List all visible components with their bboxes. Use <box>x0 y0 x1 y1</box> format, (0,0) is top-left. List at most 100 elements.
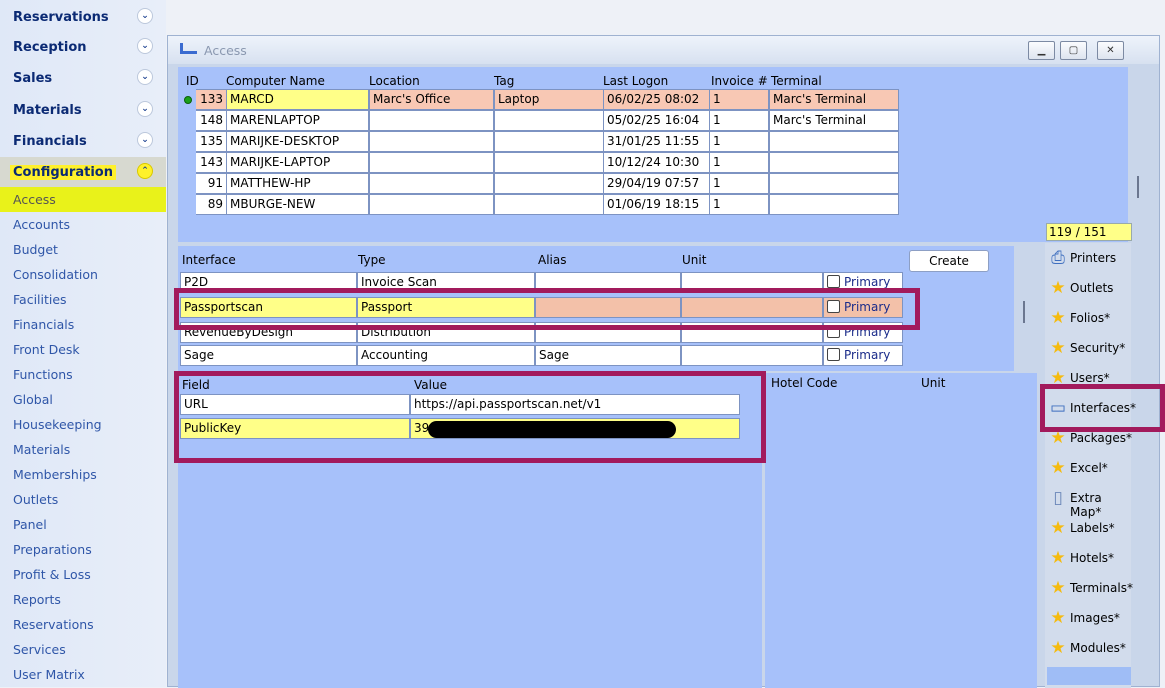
section-reception[interactable]: Reception ⌄ <box>0 32 166 63</box>
sidebar-item-panel[interactable]: Panel <box>0 512 166 537</box>
table-cell[interactable] <box>494 110 604 131</box>
menu-item-outlets[interactable]: ★ Outlets <box>1045 273 1131 303</box>
table-cell[interactable]: MARIJKE-DESKTOP <box>226 131 369 152</box>
sidebar-item-reports[interactable]: Reports <box>0 587 166 612</box>
table-cell[interactable]: 91 <box>196 173 226 194</box>
table-cell[interactable]: 89 <box>196 194 226 215</box>
table-cell[interactable]: Marc's Office <box>369 89 494 110</box>
table-cell[interactable]: 1 <box>709 194 769 215</box>
sidebar-item-memberships[interactable]: Memberships <box>0 462 166 487</box>
sidebar-item-accounts[interactable]: Accounts <box>0 212 166 237</box>
sidebar-item-global[interactable]: Global <box>0 387 166 412</box>
table-cell[interactable]: MARENLAPTOP <box>226 110 369 131</box>
sidebar-item-front-desk[interactable]: Front Desk <box>0 337 166 362</box>
sidebar-item-facilities[interactable]: Facilities <box>0 287 166 312</box>
table-cell[interactable] <box>681 345 823 366</box>
table-cell[interactable]: 05/02/25 16:04 <box>603 110 711 131</box>
table-cell[interactable]: 06/02/25 08:02 <box>603 89 711 110</box>
sidebar-item-profit-loss[interactable]: Profit & Loss <box>0 562 166 587</box>
table-cell[interactable]: Marc's Terminal <box>769 89 899 110</box>
sidebar-item-outlets[interactable]: Outlets <box>0 487 166 512</box>
interfaces-scrollbar-thumb[interactable] <box>1023 301 1025 323</box>
section-sales[interactable]: Sales ⌄ <box>0 63 166 94</box>
primary-checkbox[interactable]: Primary <box>823 345 903 366</box>
menu-item-security[interactable]: ★ Security* <box>1045 333 1131 363</box>
section-reservations[interactable]: Reservations ⌄ <box>0 2 166 33</box>
table-cell[interactable]: 1 <box>709 173 769 194</box>
table-cell[interactable]: 29/04/19 07:57 <box>603 173 711 194</box>
create-button[interactable]: Create <box>909 250 989 272</box>
menu-item-terminals[interactable]: ★ Terminals* <box>1045 573 1133 603</box>
table-cell[interactable] <box>769 173 899 194</box>
section-materials[interactable]: Materials ⌄ <box>0 95 166 126</box>
sidebar-item-housekeeping[interactable]: Housekeeping <box>0 412 166 437</box>
table-cell[interactable]: MATTHEW-HP <box>226 173 369 194</box>
scrollbar-thumb[interactable] <box>1137 176 1139 198</box>
table-cell[interactable]: MARIJKE-LAPTOP <box>226 152 369 173</box>
menu-item-images[interactable]: ★ Images* <box>1045 603 1131 633</box>
sidebar-item-access[interactable]: Access <box>0 187 166 212</box>
table-cell[interactable]: Marc's Terminal <box>769 110 899 131</box>
table-cell[interactable]: Laptop <box>494 89 604 110</box>
table-cell[interactable]: 1 <box>709 152 769 173</box>
table-cell[interactable]: 1 <box>709 131 769 152</box>
table-cell[interactable]: 148 <box>196 110 226 131</box>
table-cell[interactable]: MBURGE-NEW <box>226 194 369 215</box>
sidebar-item-user-matrix[interactable]: User Matrix <box>0 662 166 687</box>
menu-item-labels[interactable]: ★ Labels* <box>1045 513 1131 543</box>
restore-button[interactable]: ▢ <box>1060 41 1087 60</box>
section-configuration[interactable]: Configuration ⌃ <box>0 157 166 188</box>
table-cell[interactable] <box>369 110 494 131</box>
menu-item-extra-map[interactable]: ▯ Extra Map* <box>1045 483 1131 519</box>
table-cell[interactable] <box>494 194 604 215</box>
table-cell[interactable] <box>494 152 604 173</box>
checkbox-icon[interactable] <box>827 348 840 361</box>
table-cell[interactable] <box>369 152 494 173</box>
table-cell[interactable]: 31/01/25 11:55 <box>603 131 711 152</box>
table-cell[interactable] <box>769 194 899 215</box>
table-cell[interactable] <box>769 131 899 152</box>
menu-item-label: Security* <box>1070 341 1126 355</box>
table-cell[interactable]: MARCD <box>226 89 369 110</box>
menu-item-modules[interactable]: ★ Modules* <box>1045 633 1131 663</box>
chevron-down-icon[interactable]: ⌄ <box>137 132 153 148</box>
minimize-button[interactable]: ▁ <box>1028 41 1055 60</box>
table-cell[interactable]: 133 <box>196 89 226 110</box>
chevron-down-icon[interactable]: ⌄ <box>137 101 153 117</box>
close-button[interactable]: ✕ <box>1097 41 1124 60</box>
table-cell[interactable]: 10/12/24 10:30 <box>603 152 711 173</box>
table-cell[interactable] <box>369 173 494 194</box>
chevron-down-icon[interactable]: ⌄ <box>137 69 153 85</box>
menu-item-folios[interactable]: ★ Folios* <box>1045 303 1131 333</box>
table-cell[interactable] <box>769 152 899 173</box>
sidebar-item-services[interactable]: Services <box>0 637 166 662</box>
menu-item-printers[interactable]: ⎙ Printers <box>1045 243 1131 273</box>
chevron-down-icon[interactable]: ⌄ <box>137 38 153 54</box>
menu-item-hotels[interactable]: ★ Hotels* <box>1045 543 1131 573</box>
sidebar-item-budget[interactable]: Budget <box>0 237 166 262</box>
table-cell[interactable]: 01/06/19 18:15 <box>603 194 711 215</box>
table-cell[interactable]: Sage <box>180 345 357 366</box>
table-cell[interactable]: 143 <box>196 152 226 173</box>
table-cell[interactable]: Accounting <box>357 345 535 366</box>
checkbox-icon[interactable] <box>827 275 840 288</box>
sidebar-item-preparations[interactable]: Preparations <box>0 537 166 562</box>
table-cell[interactable] <box>494 173 604 194</box>
sidebar-item-reservations[interactable]: Reservations <box>0 612 166 637</box>
chevron-up-icon[interactable]: ⌃ <box>137 163 153 179</box>
sidebar-item-financials[interactable]: Financials <box>0 312 166 337</box>
sidebar-item-consolidation[interactable]: Consolidation <box>0 262 166 287</box>
table-cell[interactable]: Sage <box>535 345 681 366</box>
table-cell[interactable] <box>369 131 494 152</box>
table-cell[interactable] <box>369 194 494 215</box>
table-cell[interactable]: 1 <box>709 110 769 131</box>
section-financials[interactable]: Financials ⌄ <box>0 126 166 157</box>
table-cell[interactable] <box>494 131 604 152</box>
sidebar-item-materials[interactable]: Materials <box>0 437 166 462</box>
table-cell[interactable]: 135 <box>196 131 226 152</box>
chevron-down-icon[interactable]: ⌄ <box>137 8 153 24</box>
table-cell[interactable]: 1 <box>709 89 769 110</box>
sidebar-item-functions[interactable]: Functions <box>0 362 166 387</box>
menu-item-excel[interactable]: ★ Excel* <box>1045 453 1131 483</box>
title-bar[interactable]: Access ▁ ▢ ✕ <box>168 36 1159 64</box>
